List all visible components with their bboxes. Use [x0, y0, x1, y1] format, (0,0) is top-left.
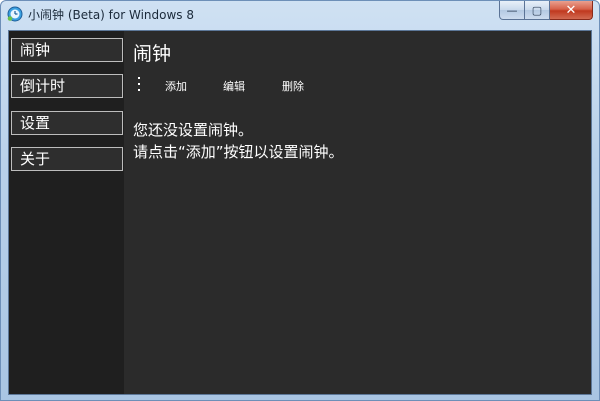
- more-options-icon[interactable]: [137, 76, 141, 92]
- sidebar-item-about[interactable]: 关于: [11, 147, 123, 171]
- page-title: 闹钟: [133, 43, 172, 65]
- minimize-button[interactable]: —: [499, 1, 525, 20]
- maximize-icon: ▢: [531, 3, 543, 17]
- sidebar-item-alarm[interactable]: 闹钟: [11, 38, 123, 62]
- window-title: 小闹钟 (Beta) for Windows 8: [28, 8, 194, 22]
- close-icon: ✕: [565, 2, 577, 18]
- app-clock-icon: [7, 6, 23, 22]
- sidebar-item-countdown[interactable]: 倒计时: [11, 74, 123, 98]
- maximize-button[interactable]: ▢: [525, 1, 550, 20]
- minimize-icon: —: [506, 3, 518, 17]
- close-button[interactable]: ✕: [550, 1, 593, 20]
- client-area: 闹钟 倒计时 设置 关于 闹钟 添加 编辑 删除 您还没设置闹钟。 请点击“添加…: [8, 30, 592, 395]
- window-controls: — ▢ ✕: [499, 1, 593, 21]
- add-button[interactable]: 添加: [165, 78, 187, 94]
- empty-message-line2: 请点击“添加”按钮以设置闹钟。: [133, 143, 344, 161]
- sidebar: 闹钟 倒计时 设置 关于: [9, 31, 124, 394]
- title-bar[interactable]: 小闹钟 (Beta) for Windows 8 — ▢ ✕: [1, 1, 599, 28]
- delete-button[interactable]: 删除: [282, 78, 304, 94]
- edit-button[interactable]: 编辑: [223, 78, 245, 94]
- empty-message-line1: 您还没设置闹钟。: [133, 121, 254, 139]
- app-window: 小闹钟 (Beta) for Windows 8 — ▢ ✕ 闹钟 倒计时 设置…: [0, 0, 600, 401]
- main-content: 闹钟 添加 编辑 删除 您还没设置闹钟。 请点击“添加”按钮以设置闹钟。: [124, 31, 591, 394]
- sidebar-item-settings[interactable]: 设置: [11, 111, 123, 135]
